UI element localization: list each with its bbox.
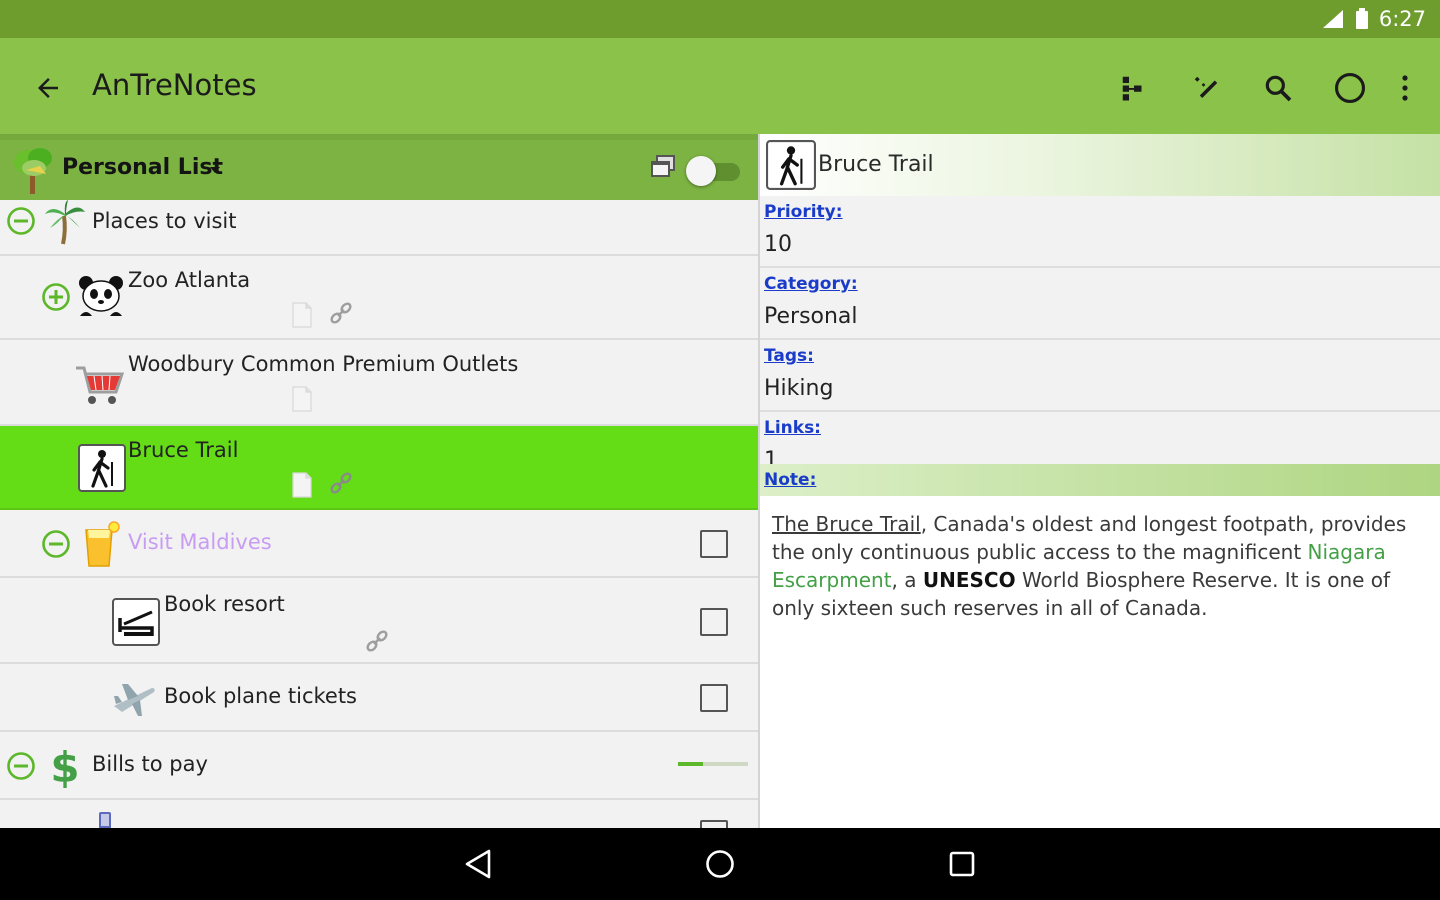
tree-icon — [14, 148, 52, 194]
priority-value: 10 — [764, 232, 792, 257]
arrow-back-icon — [38, 78, 58, 98]
status-bar: 6:27 — [0, 0, 1440, 38]
drink-glass-icon — [85, 521, 120, 567]
detail-title: Bruce Trail — [818, 152, 934, 177]
search-button[interactable] — [1252, 62, 1304, 114]
svg-text:$: $ — [50, 743, 79, 790]
detail-header: Bruce Trail — [760, 134, 1440, 196]
list-item-bruce-trail[interactable]: Bruce Trail — [0, 426, 758, 510]
nav-home-button[interactable] — [698, 842, 742, 886]
detail-panel: Bruce Trail Priority: 10 Category: Perso… — [760, 134, 1440, 828]
list-item-bills-to-pay[interactable]: $ Bills to pay — [0, 732, 758, 800]
panda-icon — [79, 276, 123, 316]
navigation-bar — [0, 828, 1440, 900]
list-item-zoo-atlanta[interactable]: Zoo Atlanta — [0, 256, 758, 340]
tree-structure-icon — [1122, 76, 1142, 101]
tags-label[interactable]: Tags: — [764, 346, 814, 366]
note-icon — [292, 472, 312, 498]
more-vertical-icon — [1402, 75, 1408, 101]
category-field: Category: Personal — [760, 268, 1440, 340]
links-field: Links: 1 — [760, 412, 1440, 464]
note-icon — [292, 386, 312, 412]
list-item-visit-maldives[interactable]: Visit Maldives — [0, 510, 758, 578]
nav-back-button[interactable] — [456, 842, 500, 886]
status-icons: 6:27 — [1321, 6, 1426, 32]
note-icon — [292, 302, 312, 328]
list-item-partial[interactable] — [0, 800, 758, 828]
tree-view-button[interactable] — [1108, 62, 1160, 114]
link-icon — [330, 302, 352, 324]
checkbox[interactable] — [700, 684, 728, 712]
list-item-woodbury[interactable]: Woodbury Common Premium Outlets — [0, 340, 758, 426]
hiker-icon — [766, 140, 816, 190]
links-label[interactable]: Links: — [764, 418, 821, 438]
item-label: Visit Maldives — [128, 530, 272, 554]
note-text: The Bruce Trail, Canada's oldest and lon… — [772, 510, 1432, 622]
overflow-menu-button[interactable] — [1380, 62, 1430, 114]
priority-label[interactable]: Priority: — [764, 202, 843, 222]
progress-fill — [678, 762, 703, 766]
list-item-book-plane-tickets[interactable]: Book plane tickets — [0, 664, 758, 732]
palm-tree-icon — [45, 200, 85, 245]
hotel-bed-icon — [112, 598, 160, 646]
battery-icon — [1355, 8, 1368, 29]
item-label: Woodbury Common Premium Outlets — [128, 352, 519, 376]
toggle-knob — [686, 156, 716, 186]
list-panel: Personal List Places to visit Zoo Atlant… — [0, 134, 758, 828]
link-icon — [330, 472, 352, 494]
list-toggle[interactable] — [686, 156, 742, 186]
link-icon — [366, 630, 388, 652]
item-label: Bills to pay — [92, 752, 208, 776]
edit-button[interactable] — [1180, 62, 1232, 114]
priority-field: Priority: 10 — [760, 196, 1440, 268]
item-label: Book resort — [164, 592, 285, 616]
shopping-cart-icon — [76, 366, 125, 404]
nav-recents-button[interactable] — [940, 842, 984, 886]
note-text-part: , a — [891, 568, 923, 592]
collapse-icon[interactable] — [6, 206, 36, 236]
list-item-book-resort[interactable]: Book resort — [0, 578, 758, 664]
search-icon — [1265, 75, 1292, 102]
progress-bar — [678, 762, 748, 766]
category-label[interactable]: Category: — [764, 274, 858, 294]
magic-wand-icon — [1194, 76, 1218, 98]
category-value: Personal — [764, 304, 858, 329]
list-item-places-to-visit[interactable]: Places to visit — [0, 200, 758, 256]
tags-field: Tags: Hiking — [760, 340, 1440, 412]
recents-square-icon — [949, 851, 975, 877]
back-button[interactable] — [24, 64, 72, 112]
item-label: Zoo Atlanta — [128, 268, 251, 292]
tags-value: Hiking — [764, 376, 834, 401]
airplane-icon — [114, 684, 155, 716]
chevron-down-icon[interactable] — [210, 167, 220, 173]
note-link[interactable]: The Bruce Trail — [772, 512, 921, 536]
note-label[interactable]: Note: — [764, 470, 816, 490]
item-label: Book plane tickets — [164, 684, 357, 708]
item-label: Places to visit — [92, 209, 237, 233]
checkbox[interactable] — [700, 530, 728, 558]
checkbox[interactable] — [700, 820, 728, 828]
circle-button[interactable] — [1324, 62, 1376, 114]
note-bold: UNESCO — [922, 568, 1016, 592]
phone-icon — [99, 812, 111, 828]
home-circle-icon — [706, 850, 734, 878]
links-value: 1 — [764, 448, 778, 464]
list-header: Personal List — [0, 134, 758, 200]
list-selector[interactable]: Personal List — [62, 155, 223, 180]
checkbox[interactable] — [700, 608, 728, 636]
triangle-back-icon — [465, 849, 491, 879]
app-bar: AnTreNotes — [0, 38, 1440, 134]
signal-icon — [1322, 10, 1343, 28]
circle-icon — [1334, 72, 1366, 104]
collapse-icon[interactable] — [6, 751, 36, 781]
collapse-icon[interactable] — [41, 529, 71, 559]
item-label: Bruce Trail — [128, 438, 239, 462]
note-bar: Note: — [760, 464, 1440, 496]
expand-icon[interactable] — [41, 282, 71, 312]
app-title: AnTreNotes — [92, 68, 257, 102]
status-time: 6:27 — [1378, 7, 1426, 31]
copy-windows-icon[interactable] — [648, 152, 678, 182]
hiker-icon — [78, 444, 126, 492]
dollar-icon: $ — [50, 743, 79, 790]
